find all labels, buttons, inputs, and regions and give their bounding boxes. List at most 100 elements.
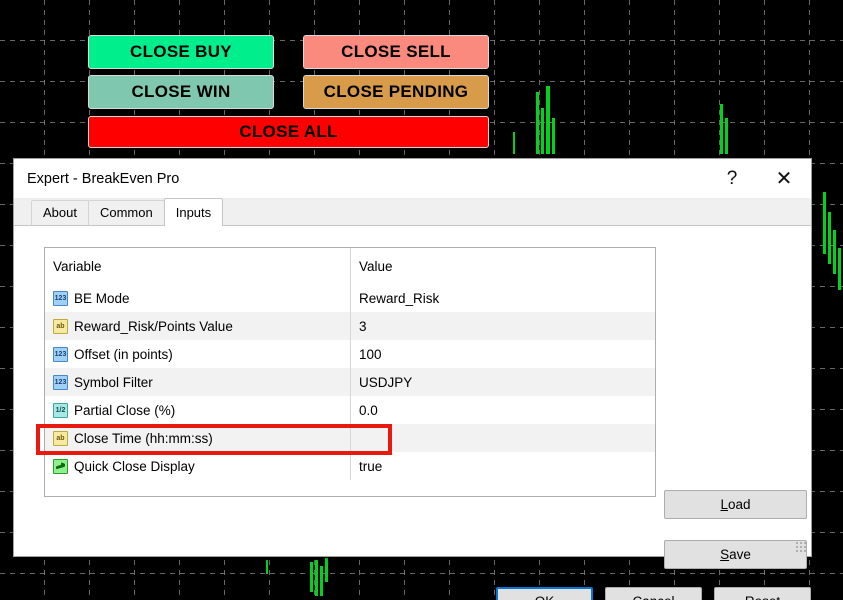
int-type-icon: 123 (53, 346, 68, 362)
save-button-label: ave (729, 547, 751, 562)
row-variable-label: Quick Close Display (74, 458, 195, 474)
expert-properties-dialog: Expert - BreakEven Pro ? ✕ About Common … (13, 158, 812, 600)
int-type-icon: 123 (53, 374, 68, 390)
table-row[interactable]: 1/2 Partial Close (%) 0.0 (45, 396, 655, 424)
load-button[interactable]: Load (664, 490, 807, 519)
close-win-button[interactable]: CLOSE WIN (88, 75, 274, 109)
close-buy-label: CLOSE BUY (130, 42, 232, 61)
price-bar (325, 558, 328, 582)
tabstrip: About Common Inputs (14, 198, 811, 226)
price-bar (266, 560, 268, 574)
row-variable-label: Close Time (hh:mm:ss) (74, 430, 213, 446)
close-buy-button[interactable]: CLOSE BUY (88, 35, 274, 69)
close-sell-button[interactable]: CLOSE SELL (303, 35, 489, 69)
row-value-text: true (359, 458, 383, 474)
row-value-text: 0.0 (359, 402, 378, 418)
double-type-icon: 1/2 (53, 402, 68, 418)
price-bar (546, 86, 550, 154)
row-value-cell[interactable] (351, 424, 655, 452)
row-variable-cell: 123 Offset (in points) (45, 340, 351, 368)
table-row[interactable]: 123 BE Mode Reward_Risk (45, 284, 655, 312)
price-bar (823, 192, 826, 254)
close-icon[interactable]: ✕ (763, 159, 805, 198)
row-value-text: Reward_Risk (359, 290, 440, 306)
screen: CLOSE BUY CLOSE SELL CLOSE WIN CLOSE PEN… (0, 0, 843, 600)
price-bar (552, 118, 555, 154)
price-bar (828, 212, 831, 264)
price-bar (838, 248, 841, 290)
help-icon-glyph: ? (726, 167, 738, 189)
row-variable-label: Offset (in points) (74, 346, 173, 362)
row-variable-label: BE Mode (74, 290, 130, 306)
int-type-icon: 123 (53, 290, 68, 306)
price-bar (720, 104, 723, 154)
bool-type-icon (53, 458, 68, 474)
load-button-accel: L (720, 497, 728, 512)
close-pending-label: CLOSE PENDING (323, 82, 469, 101)
row-variable-cell: 123 BE Mode (45, 284, 351, 312)
table-row[interactable]: ab Reward_Risk/Points Value 3 (45, 312, 655, 340)
table-row[interactable]: ab Close Time (hh:mm:ss) (45, 424, 655, 452)
row-value-text: 100 (359, 346, 382, 362)
string-type-icon: ab (53, 318, 68, 334)
help-icon[interactable]: ? (711, 159, 753, 198)
price-bar (513, 132, 515, 154)
table-row-quick-close-display[interactable]: Quick Close Display true (45, 452, 655, 480)
price-bar (725, 118, 728, 154)
string-type-icon: ab (53, 430, 68, 446)
close-sell-label: CLOSE SELL (341, 42, 451, 61)
column-header-value-label: Value (359, 258, 393, 274)
close-win-label: CLOSE WIN (131, 82, 231, 101)
tab-about-label: About (43, 205, 77, 220)
price-bar (536, 92, 539, 154)
cancel-button-label: Cancel (632, 594, 674, 600)
row-variable-label: Partial Close (%) (74, 402, 176, 418)
row-value-text: USDJPY (359, 374, 413, 390)
row-value-cell[interactable]: 0.0 (351, 396, 655, 424)
price-bar (541, 108, 544, 154)
price-bar (833, 230, 836, 274)
row-variable-label: Symbol Filter (74, 374, 153, 390)
table-row[interactable]: 123 Symbol Filter USDJPY (45, 368, 655, 396)
inputs-tab-panel: Variable Value 123 BE Mode Reward_Risk a… (14, 225, 811, 600)
row-variable-cell: 1/2 Partial Close (%) (45, 396, 351, 424)
dialog-title: Expert - BreakEven Pro (27, 170, 180, 187)
row-value-cell[interactable]: 3 (351, 312, 655, 340)
load-button-label: oad (727, 497, 751, 512)
price-bar (315, 560, 318, 596)
table-row[interactable]: 123 Offset (in points) 100 (45, 340, 655, 368)
tab-inputs[interactable]: Inputs (163, 198, 224, 226)
tab-common-label: Common (99, 205, 153, 220)
row-value-cell[interactable]: true (351, 452, 655, 480)
row-value-text: 3 (359, 318, 367, 334)
reset-button-label: Reset (745, 594, 780, 600)
price-bar (320, 566, 323, 596)
resize-grip[interactable] (795, 541, 808, 554)
row-value-cell[interactable]: Reward_Risk (351, 284, 655, 312)
tab-common[interactable]: Common (87, 200, 165, 225)
close-all-button[interactable]: CLOSE ALL (88, 116, 489, 148)
close-pending-button[interactable]: CLOSE PENDING (303, 75, 489, 109)
table-header-row: Variable Value (45, 248, 655, 284)
reset-button[interactable]: Reset (714, 587, 811, 600)
ok-button[interactable]: OK (496, 587, 593, 600)
tab-about[interactable]: About (31, 200, 89, 225)
column-header-variable-label: Variable (53, 258, 102, 274)
cancel-button[interactable]: Cancel (605, 587, 702, 600)
row-variable-cell: ab Close Time (hh:mm:ss) (45, 424, 351, 452)
row-variable-cell: Quick Close Display (45, 452, 351, 480)
close-all-label: CLOSE ALL (239, 122, 338, 141)
column-header-value: Value (351, 248, 655, 284)
column-header-variable: Variable (45, 248, 351, 284)
inputs-table[interactable]: Variable Value 123 BE Mode Reward_Risk a… (44, 247, 656, 497)
save-button-accel: S (720, 547, 730, 562)
close-icon-glyph: ✕ (775, 168, 793, 190)
save-button[interactable]: Save (664, 540, 807, 569)
tab-inputs-label: Inputs (175, 205, 212, 220)
row-value-cell[interactable]: USDJPY (351, 368, 655, 396)
dialog-titlebar: Expert - BreakEven Pro ? ✕ (14, 159, 811, 198)
row-variable-label: Reward_Risk/Points Value (74, 318, 233, 334)
price-bar (310, 562, 313, 592)
row-value-cell[interactable]: 100 (351, 340, 655, 368)
ok-button-label: OK (535, 594, 555, 600)
